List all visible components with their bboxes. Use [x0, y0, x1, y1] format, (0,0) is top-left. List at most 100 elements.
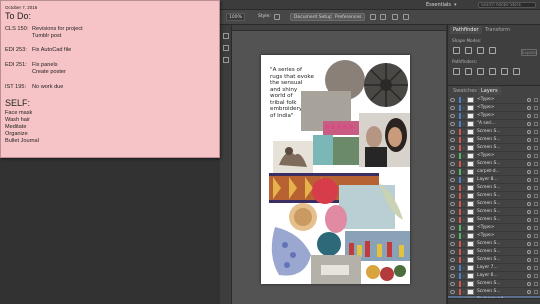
selection-square-icon[interactable]	[534, 170, 538, 174]
chevron-right-icon[interactable]: ›	[463, 216, 465, 224]
visibility-eye-icon[interactable]	[450, 210, 455, 214]
intersect-icon[interactable]	[477, 47, 484, 54]
align-icon[interactable]	[380, 14, 386, 20]
layer-row[interactable]: › Screen S...	[448, 192, 540, 200]
layer-name[interactable]: <Type>	[477, 224, 494, 232]
layer-row[interactable]: › "A seri...	[448, 120, 540, 128]
collage-artwork[interactable]	[261, 55, 410, 284]
layer-row[interactable]: › Screen S...	[448, 208, 540, 216]
layer-name[interactable]: carpet-d...	[477, 168, 500, 176]
selection-square-icon[interactable]	[534, 258, 538, 262]
outline-icon[interactable]	[501, 68, 508, 75]
workspace-switcher[interactable]: Essentials	[426, 0, 451, 10]
direct-selection-tool-icon[interactable]	[223, 45, 229, 51]
crop-icon[interactable]	[489, 68, 496, 75]
selection-square-icon[interactable]	[534, 114, 538, 118]
target-circle-icon[interactable]	[527, 202, 531, 206]
visibility-eye-icon[interactable]	[450, 250, 455, 254]
selection-square-icon[interactable]	[534, 282, 538, 286]
target-circle-icon[interactable]	[527, 258, 531, 262]
selection-square-icon[interactable]	[534, 242, 538, 246]
chevron-right-icon[interactable]: ›	[463, 144, 465, 152]
tab-swatches[interactable]: Swatches	[450, 87, 480, 95]
layer-row[interactable]: › <Type>	[448, 112, 540, 120]
selection-square-icon[interactable]	[534, 106, 538, 110]
layer-row[interactable]: › <Type>	[448, 224, 540, 232]
pen-tool-icon[interactable]	[223, 57, 229, 63]
layer-name[interactable]: "A seri...	[477, 120, 496, 128]
target-circle-icon[interactable]	[527, 154, 531, 158]
layer-name[interactable]: Screen S...	[477, 216, 500, 224]
visibility-eye-icon[interactable]	[450, 154, 455, 158]
exclude-icon[interactable]	[489, 47, 496, 54]
chevron-right-icon[interactable]: ›	[463, 232, 465, 240]
chevron-right-icon[interactable]: ›	[463, 128, 465, 136]
target-circle-icon[interactable]	[527, 218, 531, 222]
target-circle-icon[interactable]	[527, 234, 531, 238]
selection-square-icon[interactable]	[534, 178, 538, 182]
chevron-right-icon[interactable]: ›	[463, 168, 465, 176]
visibility-eye-icon[interactable]	[450, 282, 455, 286]
layer-row[interactable]: › carpet-d...	[448, 168, 540, 176]
chevron-right-icon[interactable]: ›	[463, 288, 465, 296]
layer-name[interactable]: Screen S...	[477, 192, 500, 200]
target-circle-icon[interactable]	[527, 98, 531, 102]
trim-icon[interactable]	[465, 68, 472, 75]
layer-name[interactable]: <Type>	[477, 232, 494, 240]
chevron-right-icon[interactable]: ›	[463, 184, 465, 192]
minus-back-icon[interactable]	[513, 68, 520, 75]
chevron-down-icon[interactable]: ▾	[454, 0, 457, 10]
layer-row[interactable]: › Screen S...	[448, 160, 540, 168]
selection-square-icon[interactable]	[534, 226, 538, 230]
layer-row[interactable]: › Screen S...	[448, 256, 540, 264]
visibility-eye-icon[interactable]	[450, 186, 455, 190]
visibility-eye-icon[interactable]	[450, 258, 455, 262]
layer-row[interactable]: › <Type>	[448, 96, 540, 104]
selection-square-icon[interactable]	[534, 194, 538, 198]
visibility-eye-icon[interactable]	[450, 266, 455, 270]
selection-square-icon[interactable]	[534, 162, 538, 166]
distribute-icon[interactable]	[392, 14, 398, 20]
selection-square-icon[interactable]	[534, 186, 538, 190]
layer-row[interactable]: › Layer 7...	[448, 264, 540, 272]
chevron-right-icon[interactable]: ›	[463, 264, 465, 272]
self-item[interactable]: Bullet Journal	[5, 138, 39, 145]
visibility-eye-icon[interactable]	[450, 114, 455, 118]
layer-row[interactable]: › Screen S...	[448, 144, 540, 152]
transform-icon[interactable]	[403, 14, 409, 20]
layer-name[interactable]: Layer 7...	[477, 264, 498, 272]
chevron-right-icon[interactable]: ›	[463, 256, 465, 264]
chevron-right-icon[interactable]: ›	[463, 248, 465, 256]
layer-name[interactable]: Layer 6...	[477, 272, 498, 280]
selection-tool-icon[interactable]	[223, 33, 229, 39]
target-circle-icon[interactable]	[527, 114, 531, 118]
target-circle-icon[interactable]	[527, 266, 531, 270]
selection-square-icon[interactable]	[534, 130, 538, 134]
layer-row[interactable]: › Layer 6...	[448, 272, 540, 280]
chevron-right-icon[interactable]: ›	[463, 152, 465, 160]
target-circle-icon[interactable]	[527, 194, 531, 198]
layer-row[interactable]: › Screen S...	[448, 184, 540, 192]
chevron-right-icon[interactable]: ›	[463, 96, 465, 104]
layer-row[interactable]: › Screen S...	[448, 240, 540, 248]
chevron-right-icon[interactable]: ›	[463, 240, 465, 248]
layer-name[interactable]: Screen S...	[477, 248, 500, 256]
selection-square-icon[interactable]	[534, 266, 538, 270]
visibility-eye-icon[interactable]	[450, 138, 455, 142]
chevron-right-icon[interactable]: ›	[463, 208, 465, 216]
layer-name[interactable]: Layer 8...	[477, 176, 498, 184]
layer-row[interactable]: › Screen S...	[448, 136, 540, 144]
merge-icon[interactable]	[477, 68, 484, 75]
selection-square-icon[interactable]	[534, 218, 538, 222]
visibility-eye-icon[interactable]	[450, 234, 455, 238]
tab-layers[interactable]: Layers	[478, 87, 501, 95]
selection-square-icon[interactable]	[534, 234, 538, 238]
document-setup-button[interactable]: Document Setup	[290, 13, 336, 21]
target-circle-icon[interactable]	[527, 210, 531, 214]
target-circle-icon[interactable]	[527, 170, 531, 174]
layer-name[interactable]: <Type>	[477, 112, 494, 120]
chevron-right-icon[interactable]: ›	[463, 160, 465, 168]
target-circle-icon[interactable]	[527, 186, 531, 190]
chevron-right-icon[interactable]: ›	[463, 176, 465, 184]
layer-name[interactable]: Screen S...	[477, 240, 500, 248]
